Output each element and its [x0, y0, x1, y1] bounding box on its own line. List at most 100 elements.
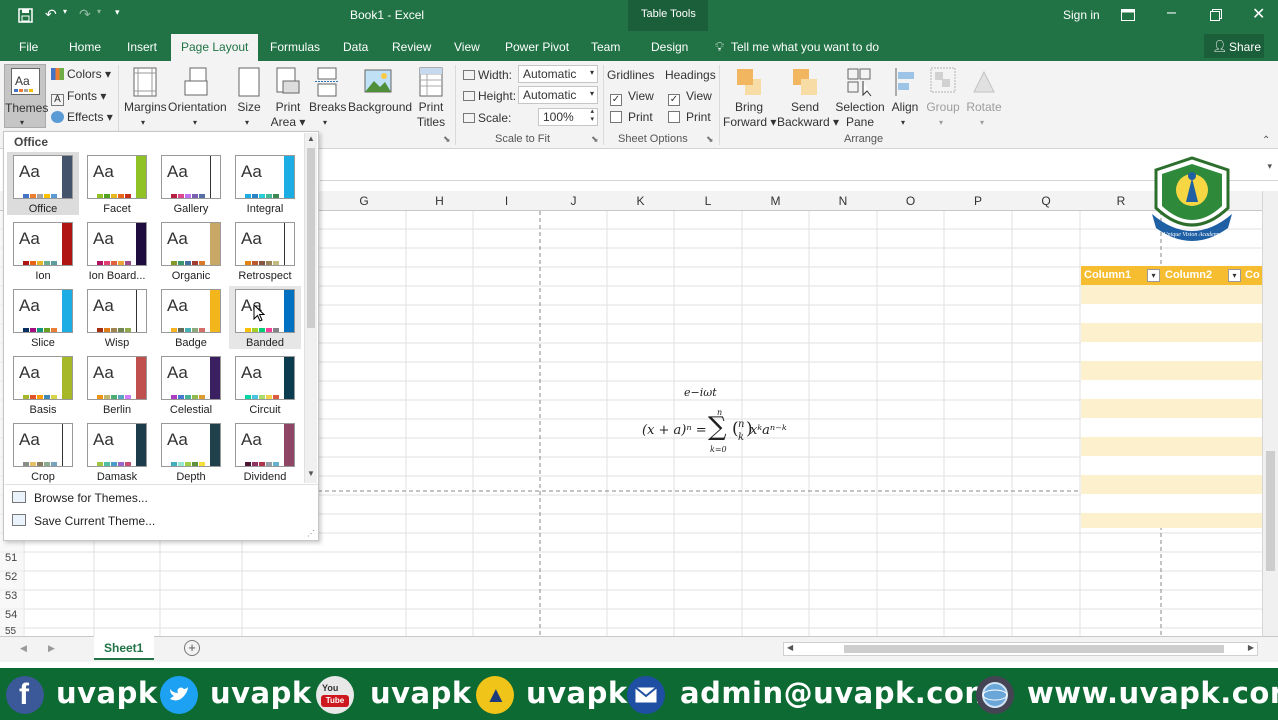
theme-tile-banded[interactable]: Aa Banded	[229, 286, 301, 349]
print-titles-button[interactable]: Print Titles	[413, 65, 449, 131]
collapse-ribbon-icon[interactable]: ⌃	[1262, 135, 1270, 146]
horizontal-scroll-thumb[interactable]	[844, 645, 1224, 653]
size-button[interactable]: Size ▾	[232, 65, 266, 131]
column-header-m[interactable]: M	[742, 194, 809, 208]
breaks-button[interactable]: Breaks ▾	[309, 65, 346, 131]
table-header-column3[interactable]: Co	[1245, 269, 1260, 281]
resize-grip-icon[interactable]: ⋰	[307, 529, 315, 538]
tab-team[interactable]: Team	[591, 40, 620, 54]
selection-pane-button[interactable]: Selection Pane	[834, 65, 886, 131]
filter-dropdown-icon[interactable]: ▾	[1228, 269, 1241, 282]
theme-tile-office[interactable]: Aa Office	[7, 152, 79, 215]
tab-review[interactable]: Review	[392, 40, 431, 54]
column-header-p[interactable]: P	[944, 194, 1012, 208]
theme-tile-celestial[interactable]: Aa Celestial	[155, 353, 227, 416]
align-button[interactable]: Align ▾	[888, 65, 922, 131]
height-dropdown[interactable]: Automatic ▾	[518, 86, 598, 104]
minimize-icon[interactable]: –	[1167, 4, 1176, 22]
orientation-button[interactable]: Orientation ▾	[168, 65, 227, 131]
theme-tile-slice[interactable]: Aa Slice	[7, 286, 79, 349]
background-button[interactable]: Background	[348, 65, 412, 131]
fonts-button[interactable]: A Fonts ▾	[51, 89, 106, 106]
theme-tile-ion-board[interactable]: Aa Ion Board...	[81, 219, 153, 282]
scale-spinner[interactable]: 100% ▴ ▾	[538, 108, 598, 126]
add-sheet-icon[interactable]: +	[184, 640, 200, 656]
tab-power-pivot[interactable]: Power Pivot	[505, 40, 569, 54]
scroll-down-icon[interactable]: ▼	[307, 469, 315, 478]
spinner-arrows-icon[interactable]: ▴ ▾	[590, 108, 594, 124]
customize-qat-icon[interactable]: ▾	[115, 7, 120, 18]
share-button[interactable]: 👤︎ Share	[1204, 34, 1264, 58]
close-icon[interactable]: ✕	[1252, 4, 1265, 24]
headings-view-checkbox[interactable]: ✓ View	[668, 89, 712, 106]
expand-formula-bar-icon[interactable]: ▾	[1267, 161, 1272, 172]
theme-tile-berlin[interactable]: Aa Berlin	[81, 353, 153, 416]
theme-tile-circuit[interactable]: Aa Circuit	[229, 353, 301, 416]
theme-tile-crop[interactable]: Aa Crop	[7, 420, 79, 483]
save-icon[interactable]	[18, 8, 33, 23]
filter-dropdown-icon[interactable]: ▾	[1147, 269, 1160, 282]
horizontal-scrollbar[interactable]: ◀ ▶	[783, 642, 1258, 656]
scroll-right-icon[interactable]: ▶	[1248, 643, 1254, 652]
gridlines-view-checkbox[interactable]: ✓ View	[610, 89, 654, 106]
send-backward-button[interactable]: Send Backward ▾	[777, 65, 839, 131]
restore-icon[interactable]	[1210, 9, 1222, 21]
theme-tile-organic[interactable]: Aa Organic	[155, 219, 227, 282]
column-header-j[interactable]: J	[540, 194, 607, 208]
column-header-q[interactable]: Q	[1012, 194, 1080, 208]
theme-tile-basis[interactable]: Aa Basis	[7, 353, 79, 416]
theme-tile-facet[interactable]: Aa Facet	[81, 152, 153, 215]
tab-home[interactable]: Home	[69, 40, 101, 54]
scroll-right-sheet-icon[interactable]: ▶	[48, 643, 55, 654]
theme-tile-retrospect[interactable]: Aa Retrospect	[229, 219, 301, 282]
theme-tile-integral[interactable]: Aa Integral	[229, 152, 301, 215]
gallery-scrollbar[interactable]: ▲ ▼	[304, 133, 317, 483]
theme-tile-depth[interactable]: Aa Depth	[155, 420, 227, 483]
theme-tile-wisp[interactable]: Aa Wisp	[81, 286, 153, 349]
theme-tile-damask[interactable]: Aa Damask	[81, 420, 153, 483]
row-header-52[interactable]: 52	[0, 571, 24, 583]
sheet-options-launcher-icon[interactable]: ⬊	[706, 134, 714, 145]
headings-print-checkbox[interactable]: Print	[668, 110, 711, 124]
column-header-i[interactable]: I	[473, 194, 540, 208]
tab-page-layout[interactable]: Page Layout	[171, 34, 259, 61]
scroll-left-icon[interactable]: ◀	[787, 643, 793, 652]
bring-forward-button[interactable]: Bring Forward ▾	[723, 65, 776, 131]
column-header-g[interactable]: G	[322, 194, 406, 208]
sheet-tab-sheet1[interactable]: Sheet1	[94, 636, 154, 660]
print-area-button[interactable]: Print Area ▾	[270, 65, 306, 131]
width-dropdown[interactable]: Automatic ▾	[518, 65, 598, 83]
gallery-scroll-thumb[interactable]	[307, 148, 315, 328]
column-header-n[interactable]: N	[809, 194, 877, 208]
row-header-53[interactable]: 53	[0, 590, 24, 602]
column-header-k[interactable]: K	[607, 194, 674, 208]
theme-tile-badge[interactable]: Aa Badge	[155, 286, 227, 349]
tab-file[interactable]: File	[19, 40, 38, 54]
redo-icon[interactable]: ↷	[79, 6, 91, 23]
undo-dropdown-icon[interactable]: ▾	[63, 7, 67, 16]
scale-launcher-icon[interactable]: ⬊	[591, 134, 599, 145]
margins-button[interactable]: Margins ▾	[124, 65, 167, 131]
scroll-left-sheet-icon[interactable]: ◀	[20, 643, 27, 654]
tab-design[interactable]: Design	[651, 40, 688, 54]
browse-themes-item[interactable]: Browse for Themes...	[8, 488, 308, 510]
tab-view[interactable]: View	[454, 40, 480, 54]
vertical-scroll-thumb[interactable]	[1266, 451, 1275, 571]
ribbon-display-icon[interactable]	[1121, 9, 1135, 21]
gridlines-print-checkbox[interactable]: Print	[610, 110, 653, 124]
save-theme-item[interactable]: Save Current Theme...	[8, 511, 308, 533]
formula-bar[interactable]: ▾	[320, 157, 1278, 181]
table-header-column2[interactable]: Column2	[1165, 269, 1212, 281]
tab-formulas[interactable]: Formulas	[270, 40, 320, 54]
excel-table[interactable]: Column1 ▾ Column2 ▾ Co	[1081, 266, 1262, 528]
sign-in-link[interactable]: Sign in	[1063, 8, 1100, 22]
column-header-l[interactable]: L	[674, 194, 742, 208]
tab-insert[interactable]: Insert	[127, 40, 157, 54]
tell-me-box[interactable]: Tell me what you want to do	[731, 40, 879, 54]
page-setup-launcher-icon[interactable]: ⬊	[443, 134, 451, 145]
column-header-h[interactable]: H	[406, 194, 473, 208]
theme-tile-gallery[interactable]: Aa Gallery	[155, 152, 227, 215]
theme-tile-ion[interactable]: Aa Ion	[7, 219, 79, 282]
colors-button[interactable]: Colors ▾	[51, 67, 111, 81]
row-header-54[interactable]: 54	[0, 609, 24, 621]
